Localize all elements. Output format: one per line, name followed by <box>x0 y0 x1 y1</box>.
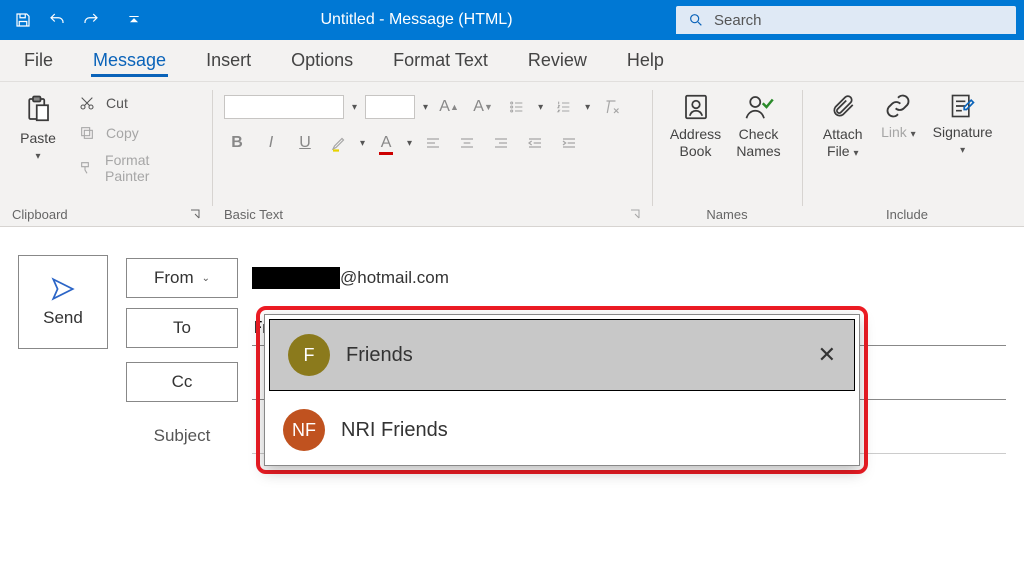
clipboard-dialog-launcher-icon[interactable] <box>190 207 200 222</box>
chevron-down-icon: ▾ <box>36 151 41 163</box>
font-color-button[interactable]: A <box>373 130 399 156</box>
from-email-suffix: @hotmail.com <box>340 268 449 288</box>
ribbon: Paste ▾ Cut Copy Format Painter Clipbo <box>0 82 1024 227</box>
tab-message[interactable]: Message <box>73 39 186 81</box>
save-button[interactable] <box>10 7 36 33</box>
italic-button[interactable]: I <box>258 130 284 156</box>
link-button[interactable]: Link ▾ <box>872 88 926 141</box>
quick-access-toolbar <box>0 7 157 33</box>
tab-review[interactable]: Review <box>508 39 607 81</box>
group-include-label: Include <box>886 207 928 222</box>
search-box[interactable]: Search <box>676 6 1016 34</box>
redo-button[interactable] <box>78 7 104 33</box>
subject-label: Subject <box>126 426 238 446</box>
align-left-button[interactable] <box>420 130 446 156</box>
increase-indent-button[interactable] <box>556 130 582 156</box>
address-book-button[interactable]: Address Book <box>664 88 727 160</box>
tab-format-text[interactable]: Format Text <box>373 39 508 81</box>
search-placeholder: Search <box>714 12 762 29</box>
group-names-label: Names <box>706 207 747 222</box>
group-names: Address Book Check Names Names <box>652 82 802 226</box>
cut-button[interactable]: Cut <box>72 90 196 116</box>
group-clipboard: Paste ▾ Cut Copy Format Painter Clipbo <box>0 82 212 226</box>
clear-formatting-button[interactable] <box>598 94 624 120</box>
suggestion-name: Friends <box>346 344 413 367</box>
avatar: NF <box>283 409 325 451</box>
font-name-input[interactable] <box>224 95 344 119</box>
bold-button[interactable]: B <box>224 130 250 156</box>
basic-text-dialog-launcher-icon[interactable] <box>630 207 640 222</box>
remove-suggestion-button[interactable]: ✕ <box>818 342 836 368</box>
to-button[interactable]: To <box>126 308 238 348</box>
check-names-button[interactable]: Check Names <box>727 88 790 160</box>
paste-button[interactable]: Paste ▾ <box>12 88 64 163</box>
group-basic-text: ▾ ▾ A▲ A▼ ▾ ▾ B I U ▾ A▾ <box>212 82 652 226</box>
from-email-redacted <box>252 267 340 289</box>
grow-font-button[interactable]: A▲ <box>436 94 462 120</box>
tab-file[interactable]: File <box>4 39 73 81</box>
suggestion-name: NRI Friends <box>341 419 448 442</box>
undo-button[interactable] <box>44 7 70 33</box>
shrink-font-button[interactable]: A▼ <box>470 94 496 120</box>
search-icon <box>688 12 704 28</box>
recipient-suggestions-popup: F Friends ✕ NF NRI Friends <box>264 314 860 466</box>
decrease-indent-button[interactable] <box>522 130 548 156</box>
align-right-button[interactable] <box>488 130 514 156</box>
format-painter-button[interactable]: Format Painter <box>72 150 196 186</box>
tab-insert[interactable]: Insert <box>186 39 271 81</box>
send-button[interactable]: Send <box>18 255 108 349</box>
highlight-button[interactable] <box>326 130 352 156</box>
annotation-highlight: F Friends ✕ NF NRI Friends <box>256 306 868 474</box>
suggestion-item[interactable]: F Friends ✕ <box>269 319 855 391</box>
from-button[interactable]: From ⌄ <box>126 258 238 298</box>
group-basic-text-label: Basic Text <box>224 207 283 222</box>
group-clipboard-label: Clipboard <box>12 207 68 222</box>
signature-button[interactable]: Signature ▾ <box>925 88 1000 157</box>
chevron-down-icon: ⌄ <box>202 273 210 284</box>
ribbon-tabs: File Message Insert Options Format Text … <box>0 40 1024 82</box>
numbering-button[interactable] <box>551 94 577 120</box>
underline-button[interactable]: U <box>292 130 318 156</box>
group-include: Attach File ▾ Link ▾ Signature ▾ Include <box>802 82 1012 226</box>
align-center-button[interactable] <box>454 130 480 156</box>
qat-customize-button[interactable] <box>121 7 147 33</box>
tab-options[interactable]: Options <box>271 39 373 81</box>
window-title: Untitled - Message (HTML) <box>157 11 676 29</box>
tab-help[interactable]: Help <box>607 39 684 81</box>
font-size-input[interactable] <box>365 95 415 119</box>
cc-button[interactable]: Cc <box>126 362 238 402</box>
title-bar: Untitled - Message (HTML) Search <box>0 0 1024 40</box>
copy-button[interactable]: Copy <box>72 120 196 146</box>
bullets-button[interactable] <box>504 94 530 120</box>
suggestion-item[interactable]: NF NRI Friends <box>265 395 859 465</box>
attach-file-button[interactable]: Attach File ▾ <box>814 88 872 160</box>
avatar: F <box>288 334 330 376</box>
